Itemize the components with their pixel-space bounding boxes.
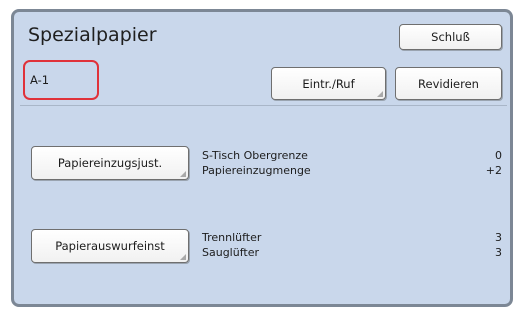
paper-feed-adjust-label: Papiereinzugsjust. xyxy=(57,156,163,170)
setting-label: Trennlüfter xyxy=(202,231,262,244)
close-button-label: Schluß xyxy=(431,30,470,44)
close-button[interactable]: Schluß xyxy=(399,24,502,50)
paper-ejection-adjust-label: Papierauswurfeinst xyxy=(55,239,165,253)
paper-feed-adjust-button[interactable]: Papiereinzugsjust. xyxy=(31,146,189,180)
entry-name-field[interactable]: A-1 xyxy=(23,60,99,100)
setting-value: 3 xyxy=(495,231,502,244)
corner-indicator-icon xyxy=(180,254,186,260)
entry-recall-label: Eintr./Ruf xyxy=(302,76,355,91)
entry-name-value: A-1 xyxy=(30,73,50,87)
page-title: Spezialpapier xyxy=(28,24,157,46)
setting-value: 3 xyxy=(495,246,502,259)
paper-ejection-adjust-button[interactable]: Papierauswurfeinst xyxy=(31,229,189,263)
divider xyxy=(20,105,507,106)
corner-indicator-icon xyxy=(180,171,186,177)
setting-label: Sauglüfter xyxy=(202,246,259,259)
setting-value: 0 xyxy=(495,149,502,162)
corner-indicator-icon xyxy=(377,91,383,97)
setting-label: S-Tisch Obergrenze xyxy=(202,149,308,162)
revise-label: Revidieren xyxy=(418,76,479,91)
revise-button[interactable]: Revidieren xyxy=(395,67,502,100)
setting-label: Papiereinzugmenge xyxy=(202,164,311,177)
special-paper-panel: Spezialpapier Schluß A-1 Eintr./Ruf Revi… xyxy=(11,9,513,307)
setting-value: +2 xyxy=(485,164,502,177)
entry-recall-button[interactable]: Eintr./Ruf xyxy=(271,67,386,100)
